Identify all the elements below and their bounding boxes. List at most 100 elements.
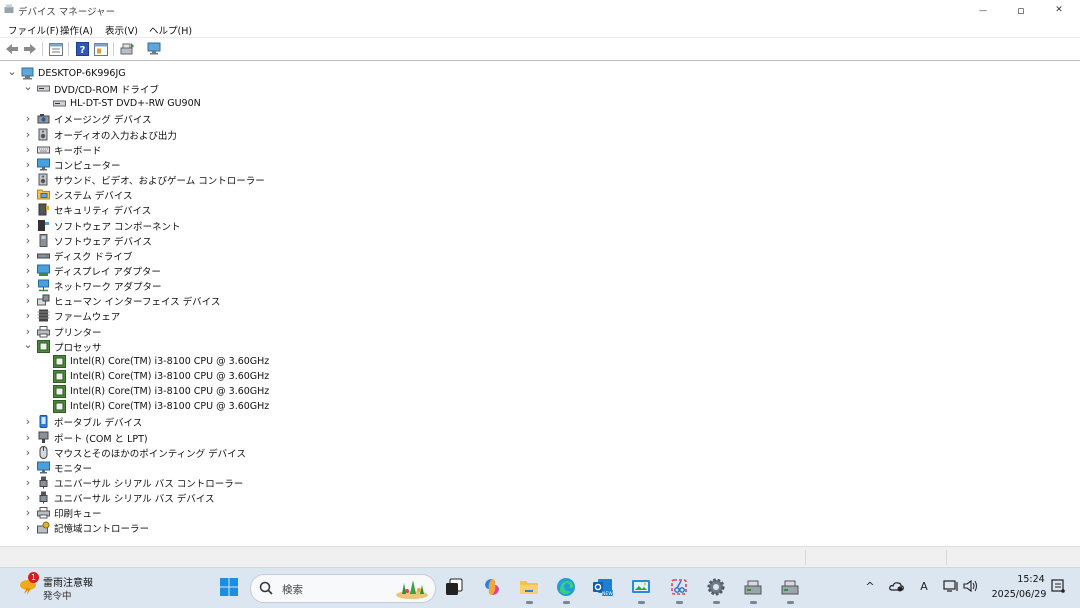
chevron-right-icon[interactable]: › xyxy=(22,187,34,202)
search-box[interactable]: 検索 xyxy=(250,574,436,603)
chevron-down-icon[interactable]: ⌄ xyxy=(6,64,18,79)
toolbar: ? xyxy=(0,38,1080,61)
tree-category[interactable]: › 記憶域コントローラー xyxy=(22,520,149,535)
chevron-right-icon[interactable]: › xyxy=(22,218,34,233)
snipping-tool-button[interactable] xyxy=(666,574,692,604)
network-tray-button[interactable] xyxy=(943,577,959,595)
speaker-icon xyxy=(38,173,48,186)
tree-item-label: ソフトウェア コンポーネント xyxy=(54,221,181,233)
tree-category[interactable]: › システム デバイス xyxy=(22,187,133,202)
tree-category[interactable]: › マウスとそのほかのポインティング デバイス xyxy=(22,445,246,460)
forward-button[interactable] xyxy=(22,41,38,57)
chevron-right-icon[interactable]: › xyxy=(22,520,34,535)
chevron-right-icon[interactable]: › xyxy=(22,157,34,172)
device-icon xyxy=(53,370,66,383)
tree-category[interactable]: › ソフトウェア コンポーネント xyxy=(22,218,181,233)
settings-button[interactable] xyxy=(703,574,729,604)
chevron-right-icon[interactable]: › xyxy=(22,460,34,475)
chevron-right-icon[interactable]: › xyxy=(22,172,34,187)
tree-category[interactable]: › コンピューター xyxy=(22,157,121,172)
device-icon xyxy=(37,143,50,156)
tree-device[interactable]: HL-DT-ST DVD+-RW GU90N xyxy=(38,96,201,111)
chevron-right-icon[interactable]: › xyxy=(22,202,34,217)
start-button[interactable] xyxy=(216,574,242,600)
weather-widget[interactable]: 1 雷雨注意報 発令中 xyxy=(10,568,105,608)
menu-view[interactable]: 表示(V) xyxy=(105,23,138,37)
tree-device[interactable]: Intel(R) Core(TM) i3-8100 CPU @ 3.60GHz xyxy=(38,354,269,369)
outlook-button[interactable]: NEW xyxy=(590,574,616,600)
chevron-right-icon[interactable]: › xyxy=(22,308,34,323)
tree-category[interactable]: › セキュリティ デバイス xyxy=(22,202,151,217)
chevron-right-icon[interactable]: › xyxy=(22,490,34,505)
tree-item-label: システム デバイス xyxy=(54,190,133,202)
view-button[interactable] xyxy=(93,41,109,57)
tree-category[interactable]: › ユニバーサル シリアル バス デバイス xyxy=(22,490,215,505)
file-explorer-button[interactable] xyxy=(516,574,542,604)
device-icon xyxy=(37,219,50,232)
edge-button[interactable] xyxy=(553,574,579,604)
chevron-right-icon[interactable]: › xyxy=(22,142,34,157)
chevron-right-icon[interactable]: › xyxy=(22,263,34,278)
minimize-button[interactable]: — xyxy=(964,0,1002,20)
tree-category[interactable]: › オーディオの入力および出力 xyxy=(22,127,177,142)
tree-category[interactable]: › イメージング デバイス xyxy=(22,111,152,126)
notification-button[interactable] xyxy=(1050,577,1066,595)
photos-button[interactable] xyxy=(628,574,654,604)
menu-file[interactable]: ファイル(F) xyxy=(8,23,59,37)
tree-category[interactable]: › キーボード xyxy=(22,142,102,157)
tree-category[interactable]: › 印刷キュー xyxy=(22,505,102,520)
help-button[interactable]: ? xyxy=(74,41,90,57)
chevron-right-icon[interactable]: › xyxy=(22,475,34,490)
menu-action[interactable]: 操作(A) xyxy=(60,23,93,37)
tree-category[interactable]: › モニター xyxy=(22,460,92,475)
copilot-icon xyxy=(485,579,499,595)
chevron-right-icon[interactable]: › xyxy=(22,293,34,308)
tree-item-label: プロセッサ xyxy=(54,342,102,354)
tree-device[interactable]: Intel(R) Core(TM) i3-8100 CPU @ 3.60GHz xyxy=(38,384,269,399)
tree-category[interactable]: › ユニバーサル シリアル バス コントローラー xyxy=(22,475,243,490)
tree-category[interactable]: › ファームウェア xyxy=(22,308,120,323)
tree-category[interactable]: › ネットワーク アダプター xyxy=(22,278,162,293)
tree-category[interactable]: › ポータブル デバイス xyxy=(22,414,142,429)
tree-device[interactable]: Intel(R) Core(TM) i3-8100 CPU @ 3.60GHz xyxy=(38,369,269,384)
tree-category[interactable]: › ソフトウェア デバイス xyxy=(22,233,152,248)
copilot-button[interactable] xyxy=(479,574,505,600)
chevron-right-icon[interactable]: › xyxy=(22,233,34,248)
tree-device[interactable]: Intel(R) Core(TM) i3-8100 CPU @ 3.60GHz xyxy=(38,399,269,414)
update-driver-button[interactable] xyxy=(119,41,135,57)
chevron-right-icon[interactable]: › xyxy=(22,248,34,263)
task-view-button[interactable] xyxy=(441,574,467,600)
chevron-down-icon[interactable]: ⌄ xyxy=(22,337,34,352)
tree-category[interactable]: › ディスプレイ アダプター xyxy=(22,263,161,278)
chevron-right-icon[interactable]: › xyxy=(22,127,34,142)
chevron-right-icon[interactable]: › xyxy=(22,278,34,293)
tree-category[interactable]: › ヒューマン インターフェイス デバイス xyxy=(22,293,221,308)
volume-tray-button[interactable] xyxy=(963,577,979,595)
speaker-icon xyxy=(963,579,977,593)
scan-hardware-button[interactable] xyxy=(146,41,162,57)
ime-mode-indicator[interactable]: A xyxy=(916,577,932,595)
back-button[interactable] xyxy=(4,41,20,57)
chevron-right-icon[interactable]: › xyxy=(22,445,34,460)
onedrive-tray-button[interactable] xyxy=(889,577,905,595)
tree-category[interactable]: ⌄ DVD/CD-ROM ドライブ xyxy=(22,79,158,96)
tree-category[interactable]: › ディスク ドライブ xyxy=(22,248,133,263)
chevron-down-icon[interactable]: ⌄ xyxy=(22,79,34,94)
tree-category[interactable]: › ポート (COM と LPT) xyxy=(22,430,148,445)
usb-icon xyxy=(39,491,48,504)
chevron-right-icon[interactable]: › xyxy=(22,430,34,445)
tree-category[interactable]: ⌄ プロセッサ xyxy=(22,337,102,354)
close-button[interactable]: ✕ xyxy=(1040,0,1078,20)
properties-button[interactable] xyxy=(48,41,64,57)
chevron-right-icon[interactable]: › xyxy=(22,505,34,520)
show-hidden-icons-button[interactable]: ^ xyxy=(862,577,878,595)
menu-help[interactable]: ヘルプ(H) xyxy=(149,23,192,37)
chevron-right-icon[interactable]: › xyxy=(22,111,34,126)
device-manager-button[interactable] xyxy=(740,574,766,604)
chevron-right-icon[interactable]: › xyxy=(22,414,34,429)
device-manager-button-2[interactable] xyxy=(777,574,803,604)
tree-category[interactable]: › サウンド、ビデオ、およびゲーム コントローラー xyxy=(22,172,265,187)
chevron-up-icon: ^ xyxy=(865,579,875,593)
maximize-button[interactable]: ▫ xyxy=(1002,0,1040,20)
clock-date[interactable]: 2025/06/29 xyxy=(988,589,1050,600)
